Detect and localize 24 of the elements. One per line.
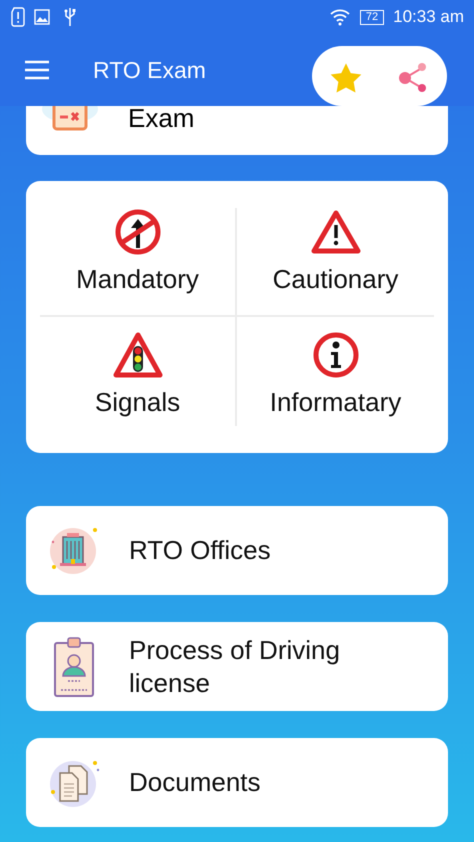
clock-time: 10:33 am <box>393 7 464 27</box>
image-icon <box>34 9 50 25</box>
usb-icon <box>63 7 77 27</box>
traffic-light-sign-icon <box>112 331 162 379</box>
exam-card[interactable]: Exam <box>26 106 448 155</box>
menu-label: RTO Offices <box>129 534 272 567</box>
menu-label: Process of Driving license <box>129 634 341 700</box>
no-entry-sign-icon <box>114 208 162 256</box>
category-button[interactable]: Signals <box>94 387 180 418</box>
category-button[interactable]: Informatary <box>270 387 402 418</box>
battery-indicator: 72 <box>360 10 384 24</box>
menu-card[interactable]: Process of Driving license <box>26 622 448 711</box>
warning-sign-icon <box>310 208 360 256</box>
app-title: RTO Exam <box>93 56 206 84</box>
menu-label: Documents <box>129 766 262 799</box>
category-button[interactable]: Mandatory <box>76 264 199 295</box>
card-title: Exam <box>128 106 194 134</box>
menu-button[interactable] <box>24 60 50 80</box>
info-sign-icon <box>312 331 360 379</box>
menu-card[interactable]: Documents <box>26 738 448 827</box>
menu-card[interactable]: RTO Offices <box>26 506 448 595</box>
wifi-icon <box>328 8 351 26</box>
sd-card-alert-icon <box>11 7 25 27</box>
category-button[interactable]: Cautionary <box>272 264 398 295</box>
